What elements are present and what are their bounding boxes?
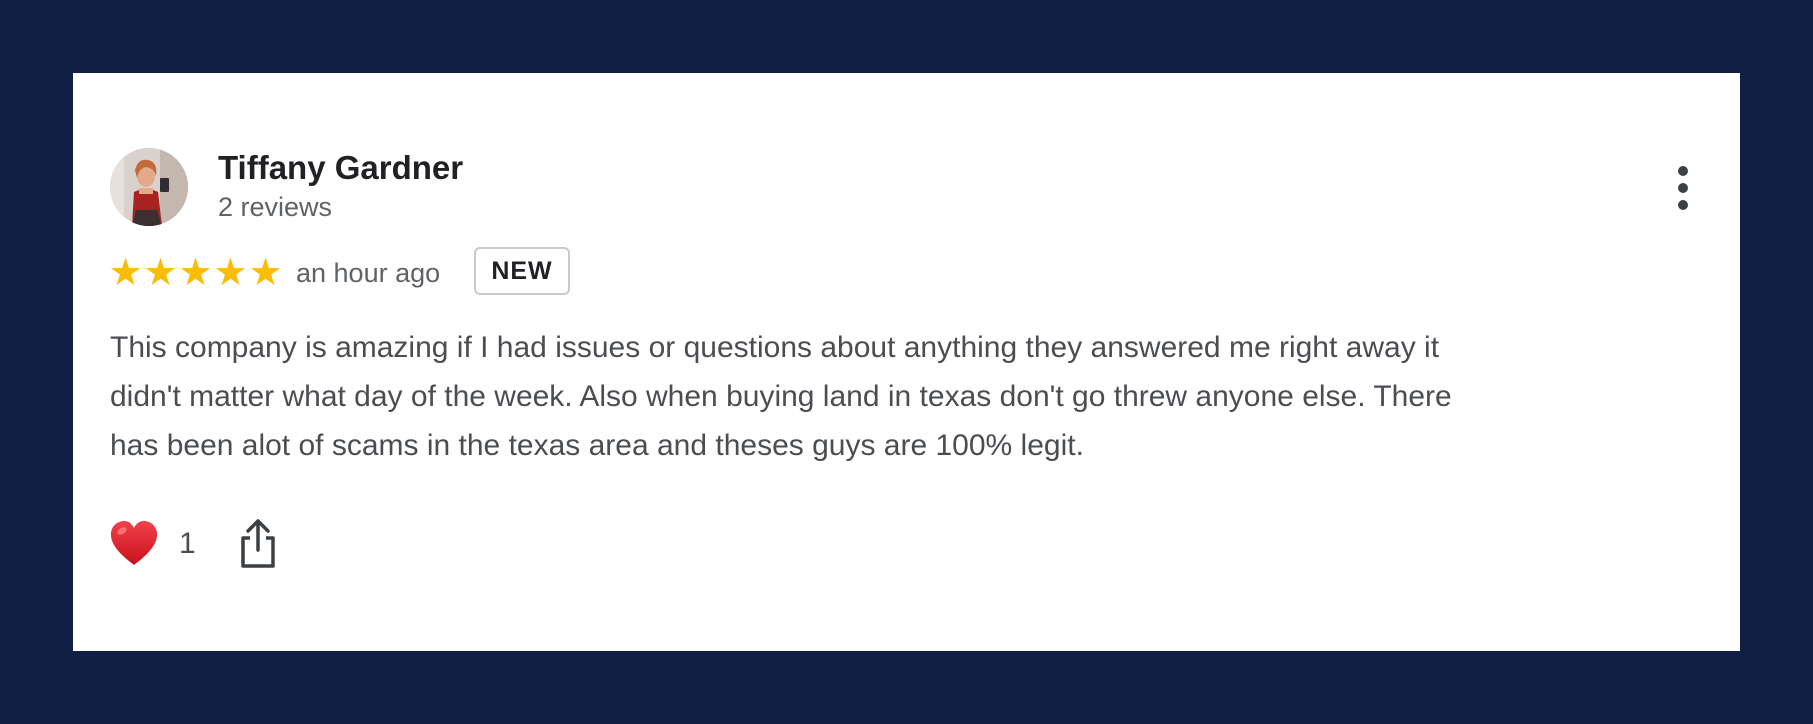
share-icon (241, 519, 275, 568)
review-text-line: didn't matter what day of the week. Also… (110, 380, 1452, 413)
share-button[interactable] (236, 518, 280, 570)
stars: ★ ★ ★ ★ ★ (108, 253, 283, 293)
review-timestamp: an hour ago (296, 258, 441, 288)
star-icon: ★ (143, 252, 178, 294)
star-icon: ★ (178, 252, 213, 294)
star-rating: ★ ★ ★ ★ ★ (108, 253, 283, 293)
review-text: This company is amazing if I had issues … (110, 323, 1710, 470)
heart-icon (110, 521, 158, 565)
like-button[interactable] (108, 518, 160, 570)
star-icon: ★ (248, 252, 283, 294)
more-vertical-icon (1678, 166, 1688, 210)
review-count[interactable]: 2 reviews (218, 191, 332, 223)
like-count: 1 (179, 527, 196, 560)
reviewer-name[interactable]: Tiffany Gardner (218, 149, 463, 187)
review-card: Tiffany Gardner 2 reviews ★ ★ ★ ★ ★ an h… (73, 73, 1740, 651)
review-text-line: has been alot of scams in the texas area… (110, 429, 1084, 462)
new-badge: NEW (474, 247, 570, 295)
more-options-button[interactable] (1670, 165, 1696, 211)
avatar[interactable] (110, 148, 188, 226)
star-icon: ★ (213, 252, 248, 294)
star-icon: ★ (108, 252, 143, 294)
avatar-photo (110, 148, 188, 226)
review-text-line: This company is amazing if I had issues … (110, 331, 1440, 364)
